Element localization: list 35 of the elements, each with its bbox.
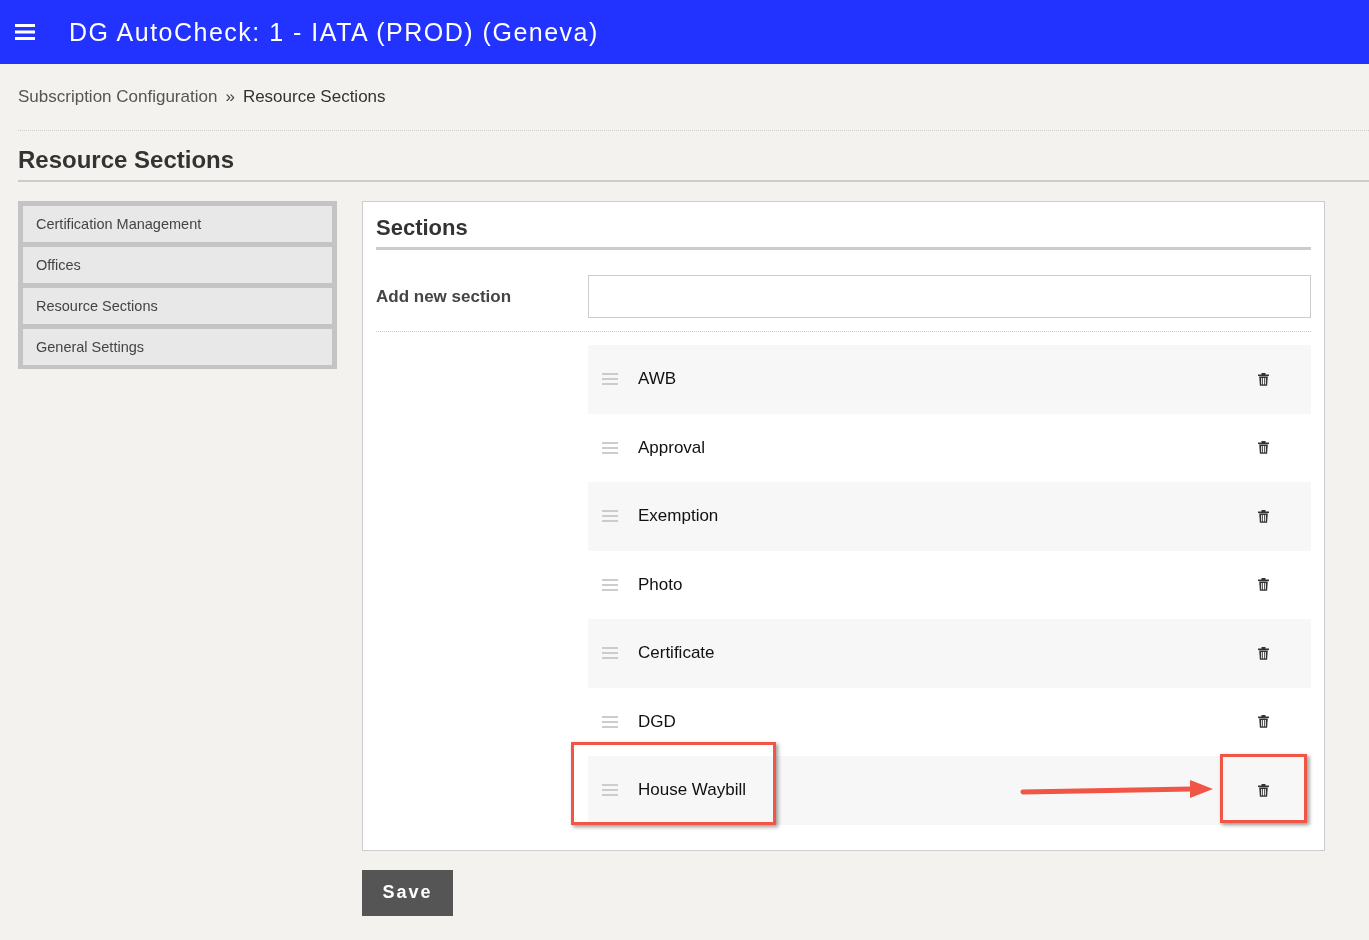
sidebar-item[interactable]: Resource Sections (23, 288, 332, 324)
menu-icon[interactable] (15, 24, 35, 40)
drag-handle-icon[interactable] (602, 578, 618, 591)
sidebar-item[interactable]: Offices (23, 247, 332, 283)
field-label: Add new section (376, 286, 513, 307)
drag-handle-icon[interactable] (602, 715, 618, 728)
trash-icon (1258, 783, 1269, 797)
section-name: House Waybill (638, 780, 747, 801)
panel-title: Sections (376, 212, 1311, 250)
input-field[interactable] (588, 275, 1311, 318)
breadcrumb-current: Resource Sections (242, 87, 386, 107)
trash-icon (1258, 372, 1269, 386)
breadcrumb-separator: » (225, 87, 235, 107)
section-name: Photo (638, 574, 683, 595)
page-title: Resource Sections (18, 131, 1369, 182)
trash-icon (1258, 715, 1269, 729)
breadcrumb-link[interactable]: Subscription Configuration (18, 87, 218, 107)
app-title: DG AutoCheck: 1 - IATA (PROD) (Geneva) (69, 17, 599, 47)
drag-handle-icon[interactable] (602, 510, 618, 523)
sidebar-item[interactable]: General Settings (23, 329, 332, 365)
section-name: Approval (638, 437, 706, 458)
trash-icon (1258, 578, 1269, 592)
drag-handle-icon[interactable] (602, 441, 618, 454)
drag-handle-icon[interactable] (602, 373, 618, 386)
drag-handle-icon[interactable] (602, 784, 618, 797)
save-button[interactable]: Save (362, 869, 453, 916)
section-name: AWB (638, 369, 677, 390)
drag-handle-icon[interactable] (602, 647, 618, 660)
trash-icon (1258, 441, 1269, 455)
trash-icon (1258, 509, 1269, 523)
section-name: Certificate (638, 643, 715, 664)
section-name: Exemption (638, 506, 719, 527)
section-name: DGD (638, 711, 676, 732)
trash-icon (1258, 646, 1269, 660)
sidebar-item[interactable]: Certification Management (23, 206, 332, 242)
